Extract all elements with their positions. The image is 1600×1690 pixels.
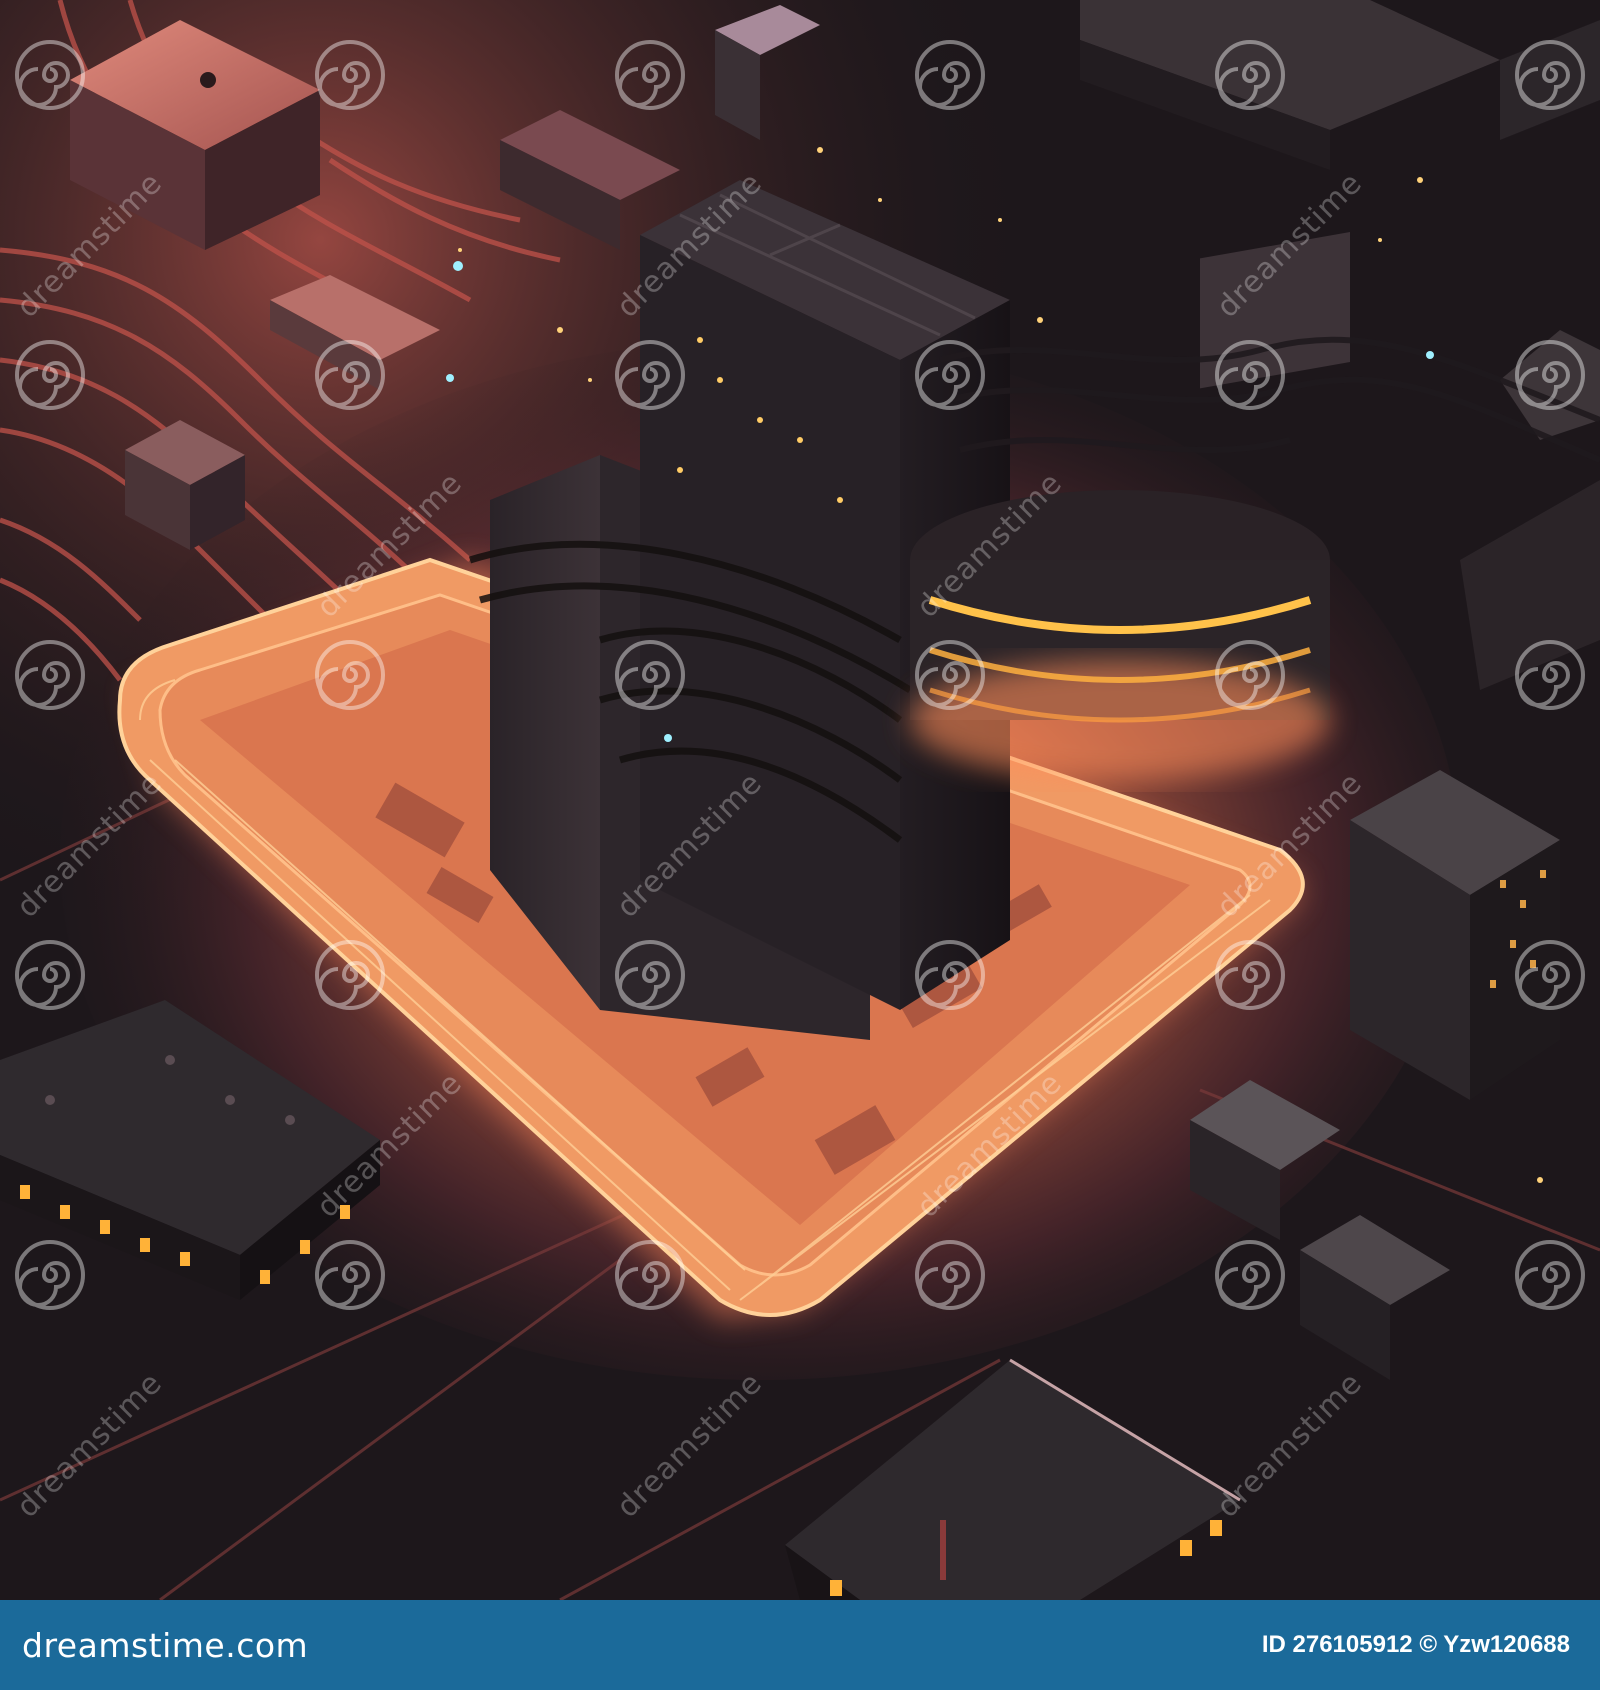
author-name: Yzw120688 (1443, 1631, 1570, 1658)
image-id: ID 276105912 (1261, 1631, 1413, 1658)
copyright-symbol: © (1419, 1631, 1437, 1658)
site-name-text: dreamstime.com (22, 1625, 309, 1665)
site-name: dreamstime.com (22, 1626, 308, 1665)
stock-footer-bar: dreamstime.com ID 276105912 © Yzw120688 (0, 1600, 1600, 1690)
image-credit: ID 276105912 © Yzw120688 (1262, 1631, 1570, 1659)
circuit-city-image: dreamstime dreamstime dreamstime dreamstime… (0, 0, 1600, 1600)
city-illustration (0, 0, 1600, 1600)
